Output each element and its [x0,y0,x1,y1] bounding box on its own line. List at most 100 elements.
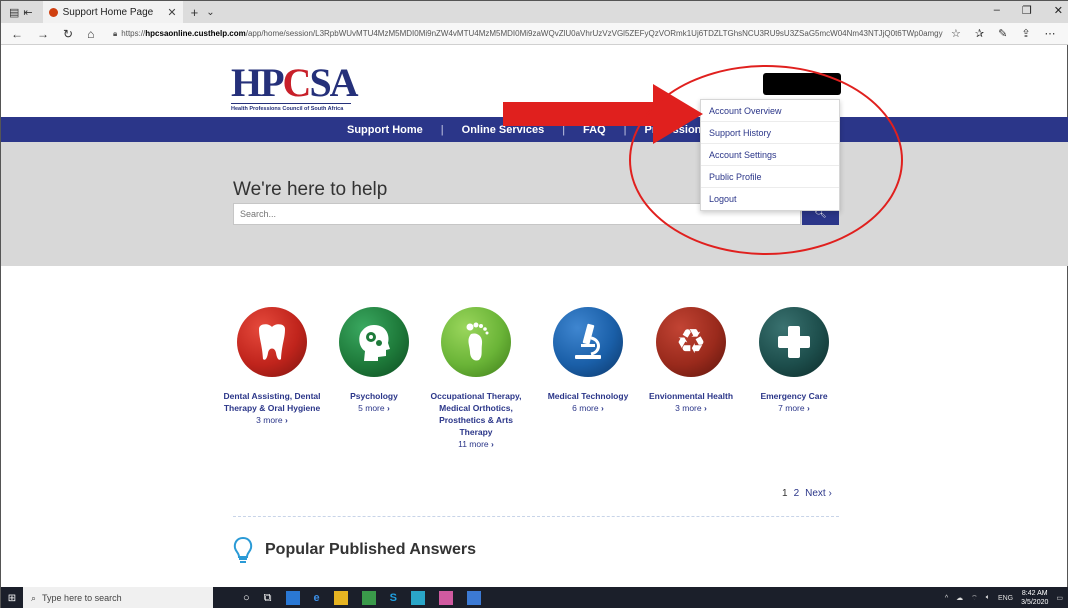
microscope-icon [553,307,623,377]
category-title: Envionmental Health [648,391,734,401]
page-current: 1 [782,488,788,499]
back-icon[interactable]: ← [11,27,23,41]
favorite-star-icon[interactable]: ☆ [951,27,961,40]
category-more-text: 3 more [256,415,283,425]
taskbar-search[interactable]: ⌕ Type here to search [23,587,213,608]
category-title: Medical Technology [547,391,629,401]
hpcsa-logo[interactable]: HPCSA Health Professions Council of Sout… [231,60,359,117]
category-psychology[interactable]: Psychology 5 more › [324,307,424,414]
cortana-icon[interactable]: ○ [243,592,250,604]
category-dental[interactable]: Dental Assisting, Dental Therapy & Oral … [222,307,322,426]
page-2-link[interactable]: 2 [794,488,800,499]
pen-icon[interactable]: ✎ [998,27,1007,40]
taskbar-apps: ○ ⧉ e S [243,591,481,605]
cross-icon [759,307,829,377]
browser-nav-buttons: ← → ↻ ⌂ [1,27,113,41]
category-more-link[interactable]: 5 more › [324,402,424,414]
volume-icon[interactable]: 🔈︎ [986,594,990,602]
address-bar: ← → ↻ ⌂ 🔒︎ https://hpcsaonline.custhelp.… [1,23,1068,45]
logo-text-hp: HP [231,60,285,105]
category-more-link[interactable]: 11 more › [426,438,526,450]
favorites-list-icon[interactable]: ✰ [975,27,984,40]
forward-icon[interactable]: → [37,27,49,41]
minimize-icon[interactable]: – [994,4,1000,17]
system-tray: ^ ☁ ⌔ 🔈︎ ENG 8:42 AM 3/5/2020 ▭ [945,587,1063,608]
annotation-circle [629,65,903,255]
category-occupational-therapy[interactable]: Occupational Therapy, Medical Orthotics,… [426,307,526,450]
nav-support-home[interactable]: Support Home [347,124,423,136]
language-indicator[interactable]: ENG [998,595,1013,602]
outlook-icon[interactable] [361,591,376,605]
edge-icon[interactable]: e [314,592,320,604]
notifications-icon[interactable]: ▭ [1056,594,1063,602]
url-path: /app/home/session/L3RpbWUvMTU4MzM5MDI0Mi… [245,29,943,38]
lightbulb-icon [233,537,253,563]
next-page-label: Next [805,488,826,499]
browser-tab[interactable]: Support Home Page ✕ [42,1,183,23]
url-host: hpcsaonline.custhelp.com [145,29,246,38]
network-icon[interactable]: ☁ [956,594,963,602]
category-more-text: 6 more [572,403,599,413]
logo-text-c: C [282,60,312,105]
lock-icon: 🔒︎ [113,28,118,38]
foot-icon [441,307,511,377]
browser-toolbar-right: ☆ ✰ ✎ ⇪ ⋯ [951,27,1056,40]
browser-tab-strip: ▤ ⇤ Support Home Page ✕ + ⌄ – ❐ ✕ [1,1,1068,23]
category-more-link[interactable]: 6 more › [538,402,638,414]
category-title: Emergency Care [760,391,828,401]
category-title: Dental Assisting, Dental Therapy & Oral … [223,391,321,413]
url-field[interactable]: 🔒︎ https://hpcsaonline.custhelp.com/app/… [113,29,943,39]
category-more-link[interactable]: 3 more › [222,414,322,426]
tab-aside-icon[interactable]: ⇤ [23,6,32,19]
category-more-link[interactable]: 7 more › [744,402,844,414]
clock[interactable]: 8:42 AM 3/5/2020 [1021,589,1048,607]
category-environmental-health[interactable]: ♻ Envionmental Health 3 more › [641,307,741,414]
app-store-icon[interactable] [285,591,300,605]
category-more-text: 7 more [778,403,805,413]
close-tab-icon[interactable]: ✕ [167,6,176,19]
category-medical-technology[interactable]: Medical Technology 6 more › [538,307,638,414]
task-view-icon[interactable]: ⧉ [264,592,272,605]
maximize-icon[interactable]: ❐ [1022,4,1032,17]
tab-list-icon[interactable]: ▤ [9,6,19,19]
category-emergency-care[interactable]: Emergency Care 7 more › [744,307,844,414]
taskbar-search-icon: ⌕ [31,592,37,603]
app-window-icon[interactable] [466,591,481,605]
tab-title: Support Home Page [62,6,154,18]
tray-chevron-icon[interactable]: ^ [945,595,948,602]
category-title: Psychology [350,391,398,401]
pagination: 1 2 Next › [782,488,832,499]
popular-answers-header: Popular Published Answers [233,537,476,563]
next-page-link[interactable]: Next › [805,488,832,499]
slack-icon[interactable] [438,591,453,605]
clock-date: 3/5/2020 [1021,599,1049,606]
popular-answers-title: Popular Published Answers [265,541,477,558]
tab-preview-chevron-icon[interactable]: ⌄ [206,7,214,18]
skype-icon[interactable]: S [390,592,397,604]
section-divider [233,516,839,517]
clock-time: 8:42 AM [1021,590,1048,597]
windows-taskbar: ⊞ ⌕ Type here to search ○ ⧉ e S ^ ☁ ⌔ 🔈︎… [1,587,1068,608]
new-tab-icon[interactable]: + [191,5,199,20]
home-icon[interactable]: ⌂ [87,27,94,41]
category-more-text: 11 more [458,439,489,449]
share-icon[interactable]: ⇪ [1021,27,1030,40]
category-more-link[interactable]: 3 more › [641,402,741,414]
windows-start-icon[interactable]: ⊞ [1,587,23,608]
logo-text-sa: SA [309,60,358,105]
refresh-icon[interactable]: ↻ [63,27,73,41]
close-window-icon[interactable]: ✕ [1054,4,1063,17]
chat-app-icon[interactable] [410,591,425,605]
head-gears-icon [339,307,409,377]
favicon-icon [48,7,58,17]
wifi-icon[interactable]: ⌔ [971,594,978,603]
category-title: Occupational Therapy, Medical Orthotics,… [430,391,522,437]
tooth-icon [237,307,307,377]
url-prefix: https:// [121,29,146,38]
hero-title: We're here to help [233,179,388,200]
file-explorer-icon[interactable] [333,591,348,605]
more-icon[interactable]: ⋯ [1045,27,1056,40]
category-more-text: 3 more [675,403,702,413]
recycle-icon: ♻ [656,307,726,377]
tab-actions: ▤ ⇤ [1,6,33,19]
